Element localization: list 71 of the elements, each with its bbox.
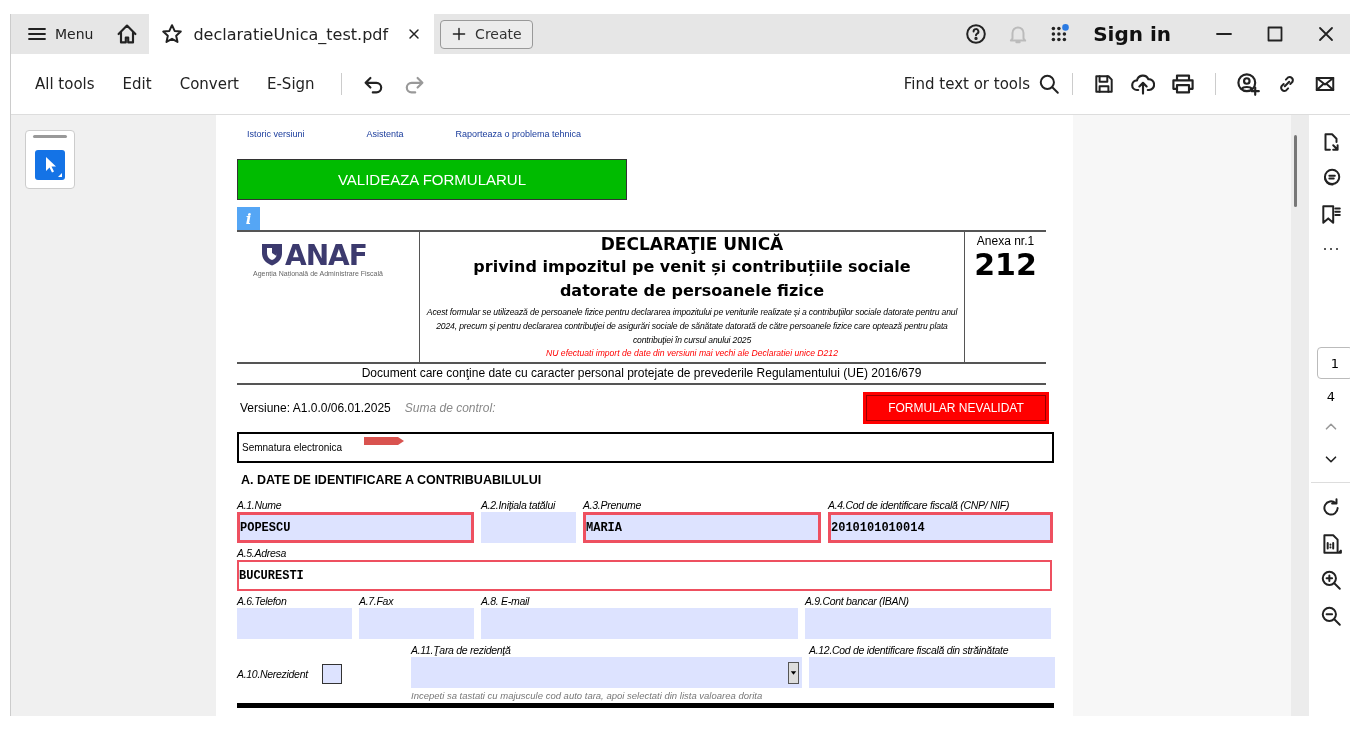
logo-text: ANAF — [285, 242, 367, 270]
search-icon — [1038, 73, 1060, 95]
field-label: A.7.Fax — [359, 595, 395, 608]
create-button[interactable]: Create — [440, 19, 533, 49]
field-label: A.12.Cod de identificare fiscală din străinătate — [809, 644, 1010, 657]
input-field[interactable] — [481, 512, 576, 543]
input-field[interactable]: BUCURESTI — [237, 560, 1052, 591]
field-label: A.3.Prenume — [583, 499, 642, 512]
input-field[interactable] — [237, 608, 352, 639]
form-link[interactable]: Istoric versiuni — [247, 129, 305, 139]
field-label: A.8. E-mail — [481, 595, 531, 608]
form-title: DECLARAŢIE UNICĂ — [599, 234, 785, 255]
page-count: 4 — [1326, 389, 1336, 404]
input-field[interactable] — [805, 608, 1051, 639]
field-label: A.11.Ţara de rezidenţă — [411, 644, 512, 657]
user-add-icon[interactable] — [1236, 72, 1260, 96]
cloud-upload-icon[interactable] — [1131, 72, 1155, 96]
plus-icon — [451, 26, 468, 42]
document-tab[interactable]: declaratieUnica_test.pdf — [149, 14, 435, 54]
toolbar-button[interactable]: Convert — [165, 67, 253, 101]
close-icon[interactable] — [1316, 24, 1336, 44]
field-label: A.5.Adresa — [237, 547, 287, 560]
form-description: Acest formular se utilizează de persoanele fizice pentru declararea impozitului pe veniturile realizate și a contribuţiilor sociale datorate pentru anul 2024, precum și pentru declararea contribuţiei de asigurări sociale de sănătate datorată de către persoanele fizice care optează pentru plata contribuţiei în cursul anului 2025 — [425, 306, 959, 347]
tag-icon — [364, 436, 405, 445]
annex-label: Anexa nr.1 — [975, 234, 1036, 248]
toolbar-button[interactable]: All tools — [21, 67, 109, 101]
maximize-icon[interactable] — [1265, 24, 1285, 44]
signature-field[interactable]: Semnatura electronica — [237, 432, 1054, 463]
field-label: A.10.Nerezident — [237, 667, 308, 681]
input-field[interactable] — [481, 608, 798, 639]
privacy-notice: Document care conţine date cu caracter personal protejate de prevederile Regulamentului (UE) 2016/679 — [237, 362, 1046, 385]
field-label: A.6.Telefon — [237, 595, 288, 608]
input-field[interactable] — [809, 657, 1055, 688]
form-subtitle: privind impozitul pe venit și contribuțiile sociale — [472, 256, 912, 278]
section-title: A. DATE DE IDENTIFICARE A CONTRIBUABILULUI — [241, 473, 543, 487]
field-label: A.9.Cont bancar (IBAN) — [805, 595, 910, 608]
print-icon[interactable] — [1171, 72, 1195, 96]
status-button[interactable]: FORMULAR NEVALIDAT — [863, 391, 1049, 424]
scrollbar-thumb[interactable] — [1294, 135, 1297, 207]
menu-button[interactable]: Menu — [11, 14, 106, 54]
input-field[interactable]: MARIA — [583, 512, 821, 543]
page-number-field[interactable]: 1 — [1317, 347, 1350, 379]
field-hint: Incepeti sa tastati cu majuscule cod auto tara, apoi selectati din lista valoarea dorita — [411, 690, 764, 701]
field-label: A.2.Inițiala tatălui — [481, 499, 557, 512]
star-icon — [161, 23, 184, 45]
sign-in-button[interactable]: Sign in — [1093, 22, 1171, 46]
checksum-label: Suma de control: — [404, 400, 496, 415]
field-label: A.1.Nume — [237, 499, 283, 512]
checkbox[interactable] — [321, 664, 342, 684]
input-field[interactable] — [359, 608, 474, 639]
form-subtitle: datorate de persoanele fizice — [558, 280, 826, 302]
search-button[interactable]: Find text or tools — [903, 73, 1060, 95]
import-warning: NU efectuati import de date din versiuni mai vechi ale Declaratiei unice D212 — [545, 347, 839, 359]
zoom-in-icon[interactable] — [1320, 569, 1342, 591]
field-label: A.4.Cod de identificare fiscală (CNP/ NIF) — [828, 499, 1011, 512]
form-link[interactable]: Asistenta — [366, 129, 404, 139]
select-tool-icon[interactable] — [35, 150, 65, 180]
actual-size-icon[interactable] — [1320, 533, 1342, 555]
toolbar-button[interactable]: E-Sign — [252, 67, 329, 101]
toolbar-button[interactable]: Edit — [108, 67, 166, 101]
input-field[interactable]: POPESCU — [237, 512, 474, 543]
form-number: 212 — [973, 248, 1038, 282]
form-link[interactable]: Raporteaza o problema tehnica — [455, 129, 582, 139]
input-field[interactable]: 2010101010014 — [828, 512, 1053, 543]
zoom-out-icon[interactable] — [1320, 605, 1342, 627]
dropdown-field[interactable] — [411, 657, 802, 688]
rotate-icon[interactable] — [1320, 497, 1342, 519]
version-label: Versiune: A1.0.0/06.01.2025 — [240, 400, 391, 415]
bookmark-icon[interactable] — [1320, 203, 1342, 225]
save-icon[interactable] — [1093, 73, 1115, 95]
help-icon[interactable] — [965, 23, 988, 45]
